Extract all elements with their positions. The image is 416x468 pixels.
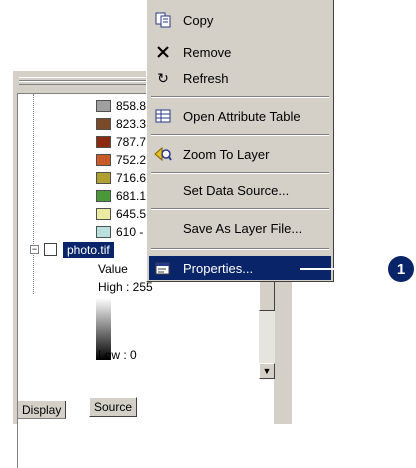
class-label: 610 -	[116, 225, 144, 239]
menu-item-save-as-layer-file[interactable]: Save As Layer File...	[149, 216, 329, 240]
class-swatch	[96, 100, 111, 112]
class-swatch	[96, 136, 111, 148]
menu-item-label: Properties...	[183, 260, 254, 276]
legend-low-label: Low : 0	[98, 348, 137, 362]
menu-item-label: Save As Layer File...	[183, 220, 303, 236]
menu-item-zoom-to-layer[interactable]: Zoom To Layer	[149, 142, 329, 166]
class-swatch	[96, 172, 111, 184]
scroll-down-button[interactable]: ▼	[259, 363, 275, 379]
menu-item-open-attribute-table[interactable]: Open Attribute Table	[149, 104, 329, 128]
class-label: 823.3	[116, 117, 147, 131]
callout-badge: 1	[388, 256, 414, 282]
remove-x-icon	[152, 43, 174, 61]
collapse-icon[interactable]: −	[30, 245, 39, 254]
menu-item-label: Remove	[183, 44, 232, 60]
class-row: 610 -	[96, 224, 143, 240]
class-swatch	[96, 208, 111, 220]
menu-item-label: Zoom To Layer	[183, 146, 270, 162]
class-row: 787.7	[96, 134, 146, 150]
triangle-down-icon: ▼	[262, 366, 272, 376]
menu-item-set-data-source[interactable]: Set Data Source...	[149, 178, 329, 202]
tree-line	[33, 94, 34, 294]
menu-separator	[151, 96, 329, 98]
callout-line	[300, 268, 398, 270]
menu-separator	[151, 208, 329, 210]
class-label: 681.1	[116, 189, 147, 203]
menu-separator	[151, 248, 329, 250]
class-row: 681.1	[96, 188, 146, 204]
class-row: 823.3	[96, 116, 146, 132]
context-menu: Copy Remove ↻ Refresh Open Attribute Tab…	[146, 0, 334, 282]
refresh-icon: ↻	[157, 69, 169, 86]
menu-separator	[151, 134, 329, 136]
menu-separator	[151, 172, 329, 174]
menu-item-label: Refresh	[183, 70, 229, 86]
class-label: 858.8	[116, 99, 147, 113]
copy-icon	[152, 11, 174, 29]
menu-item-label: Open Attribute Table	[183, 108, 301, 124]
class-swatch	[96, 226, 111, 238]
class-label: 716.6	[116, 171, 147, 185]
class-swatch	[96, 118, 111, 130]
attribute-table-icon	[152, 107, 174, 125]
class-swatch	[96, 190, 111, 202]
tab-display[interactable]: Display	[17, 401, 67, 419]
menu-item-copy[interactable]: Copy	[149, 8, 329, 32]
zoom-to-layer-icon	[152, 145, 174, 163]
menu-item-refresh[interactable]: ↻ Refresh	[149, 66, 329, 90]
class-row: 645.5	[96, 206, 146, 222]
menu-item-label: Set Data Source...	[183, 182, 290, 198]
layer-name[interactable]: photo.tif	[63, 242, 114, 258]
class-swatch	[96, 154, 111, 166]
class-row: 752.2	[96, 152, 146, 168]
menu-item-remove[interactable]: Remove	[149, 40, 329, 64]
class-label: 645.5	[116, 207, 147, 221]
layer-visibility-checkbox[interactable]	[44, 243, 57, 256]
tab-source[interactable]: Source	[89, 397, 138, 417]
properties-icon	[152, 259, 174, 277]
class-label: 787.7	[116, 135, 147, 149]
menu-item-label: Copy	[183, 12, 214, 28]
class-label: 752.2	[116, 153, 147, 167]
class-row: 716.6	[96, 170, 146, 186]
legend-high-label: High : 255	[98, 280, 153, 294]
class-row: 858.8	[96, 98, 146, 114]
legend-value-label: Value	[98, 262, 128, 276]
